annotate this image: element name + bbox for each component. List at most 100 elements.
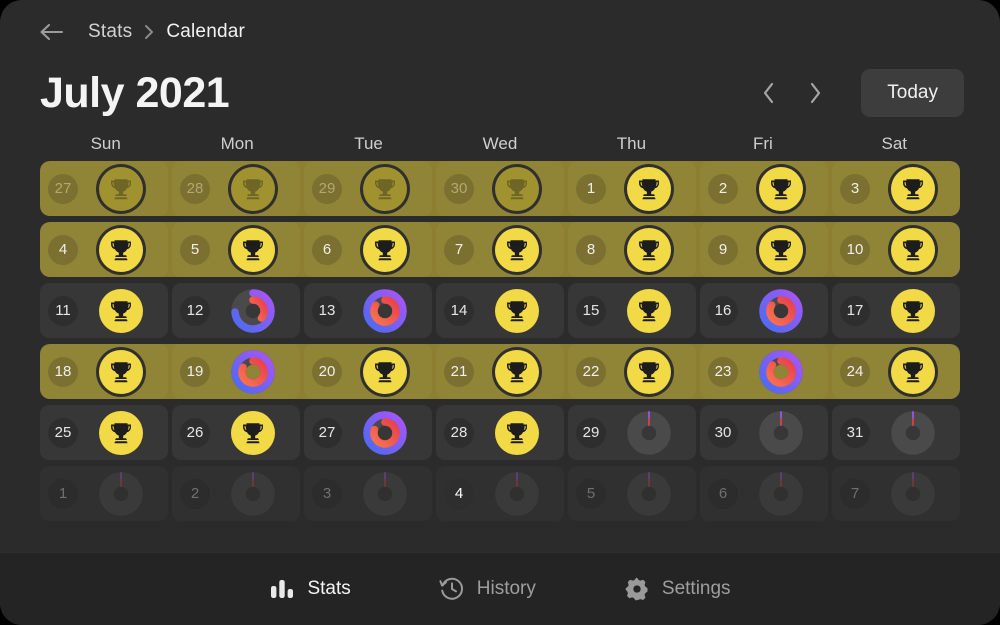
calendar-day-cell[interactable]: 5: [568, 466, 696, 521]
calendar-day-cell[interactable]: 2: [172, 466, 300, 521]
trophy-badge: [627, 288, 671, 333]
calendar-day-cell[interactable]: 10: [832, 222, 960, 277]
calendar-day-cell[interactable]: 11: [40, 283, 168, 338]
trophy-icon: [771, 178, 791, 199]
calendar-day-cell[interactable]: 8: [568, 222, 696, 277]
trophy-icon: [111, 178, 131, 199]
calendar-day-cell[interactable]: 3: [304, 466, 432, 521]
day-number: 28: [444, 417, 474, 448]
trophy-icon: [111, 300, 131, 321]
day-number: 5: [576, 478, 606, 509]
day-badge: [606, 288, 692, 333]
activity-rings-icon: [231, 288, 275, 333]
calendar-day-cell[interactable]: 26: [172, 405, 300, 460]
nav-item-history[interactable]: History: [431, 570, 544, 608]
calendar-day-cell[interactable]: 27: [304, 405, 432, 460]
day-badge: [78, 166, 164, 211]
day-number: 19: [180, 356, 210, 387]
calendar-day-cell[interactable]: 24: [832, 344, 960, 399]
day-number: 14: [444, 295, 474, 326]
today-button[interactable]: Today: [861, 69, 964, 117]
calendar-day-cell[interactable]: 30: [436, 161, 564, 216]
day-badge: [342, 288, 428, 334]
trophy-badge: [99, 349, 143, 394]
calendar-day-cell[interactable]: 20: [304, 344, 432, 399]
calendar-day-cell[interactable]: 2: [700, 161, 828, 216]
trophy-icon: [111, 422, 131, 443]
activity-rings-icon: [627, 471, 671, 516]
calendar-day-cell[interactable]: 1: [568, 161, 696, 216]
calendar-week-row: 11 12 13 14 15 16 17: [40, 283, 960, 338]
calendar-day-cell[interactable]: 4: [40, 222, 168, 277]
day-badge: [210, 410, 296, 455]
calendar-day-cell[interactable]: 29: [304, 161, 432, 216]
activity-rings-icon: [627, 410, 671, 455]
calendar-day-cell[interactable]: 23: [700, 344, 828, 399]
calendar-day-cell[interactable]: 4: [436, 466, 564, 521]
calendar-day-cell[interactable]: 29: [568, 405, 696, 460]
calendar-day-cell[interactable]: 19: [172, 344, 300, 399]
activity-rings-icon: [759, 410, 803, 455]
chevron-left-icon: [764, 82, 774, 104]
calendar-day-cell[interactable]: 5: [172, 222, 300, 277]
calendar-day-cell[interactable]: 28: [436, 405, 564, 460]
calendar-day-cell[interactable]: 22: [568, 344, 696, 399]
calendar-day-cell[interactable]: 15: [568, 283, 696, 338]
day-badge: [210, 166, 296, 211]
trophy-badge: [627, 349, 671, 394]
activity-rings-icon: [891, 471, 935, 516]
calendar-day-cell[interactable]: 13: [304, 283, 432, 338]
calendar-day-cell[interactable]: 12: [172, 283, 300, 338]
next-month-button[interactable]: [797, 75, 833, 111]
calendar-day-cell[interactable]: 3: [832, 161, 960, 216]
day-badge: [210, 227, 296, 272]
calendar-day-cell[interactable]: 16: [700, 283, 828, 338]
calendar-day-cell[interactable]: 14: [436, 283, 564, 338]
activity-rings-icon: [99, 471, 143, 516]
day-number: 26: [180, 417, 210, 448]
calendar-day-cell[interactable]: 1: [40, 466, 168, 521]
trophy-badge: [231, 166, 275, 211]
calendar-day-cell[interactable]: 9: [700, 222, 828, 277]
calendar-day-cell[interactable]: 17: [832, 283, 960, 338]
nav-item-settings[interactable]: Settings: [616, 570, 739, 608]
nav-item-stats[interactable]: Stats: [261, 571, 358, 607]
trophy-badge: [891, 166, 935, 211]
clock-history-icon: [439, 577, 463, 600]
calendar-day-cell[interactable]: 18: [40, 344, 168, 399]
day-number: 20: [312, 356, 342, 387]
calendar-week-row: 1 2 3 4 5 6 7: [40, 466, 960, 521]
trophy-icon: [243, 422, 263, 443]
bar-chart-icon: [269, 577, 295, 601]
day-badge: [474, 471, 560, 517]
trophy-icon: [507, 361, 527, 382]
day-number: 16: [708, 295, 738, 326]
calendar-day-cell[interactable]: 31: [832, 405, 960, 460]
day-number: 27: [48, 173, 78, 204]
activity-rings-icon: [363, 288, 407, 333]
breadcrumb-parent[interactable]: Stats: [88, 21, 132, 43]
back-button[interactable]: [36, 17, 66, 47]
calendar-week-row: 25 26 27 28 29 30 31: [40, 405, 960, 460]
calendar-day-cell[interactable]: 21: [436, 344, 564, 399]
trophy-badge: [759, 166, 803, 211]
day-number: 1: [576, 173, 606, 204]
calendar-day-cell[interactable]: 6: [700, 466, 828, 521]
day-badge: [342, 166, 428, 211]
prev-month-button[interactable]: [751, 75, 787, 111]
calendar-day-cell[interactable]: 7: [832, 466, 960, 521]
day-number: 4: [48, 234, 78, 265]
trophy-icon: [903, 300, 923, 321]
calendar-day-cell[interactable]: 30: [700, 405, 828, 460]
day-badge: [738, 288, 824, 334]
calendar-day-cell[interactable]: 28: [172, 161, 300, 216]
nav-item-label: Settings: [661, 578, 731, 599]
day-badge: [78, 349, 164, 394]
calendar-day-cell[interactable]: 25: [40, 405, 168, 460]
calendar-day-cell[interactable]: 7: [436, 222, 564, 277]
calendar-day-cell[interactable]: 27: [40, 161, 168, 216]
calendar-day-cell[interactable]: 6: [304, 222, 432, 277]
arrow-left-icon: [40, 23, 64, 41]
day-badge: [342, 227, 428, 272]
activity-rings-icon: [363, 410, 407, 455]
